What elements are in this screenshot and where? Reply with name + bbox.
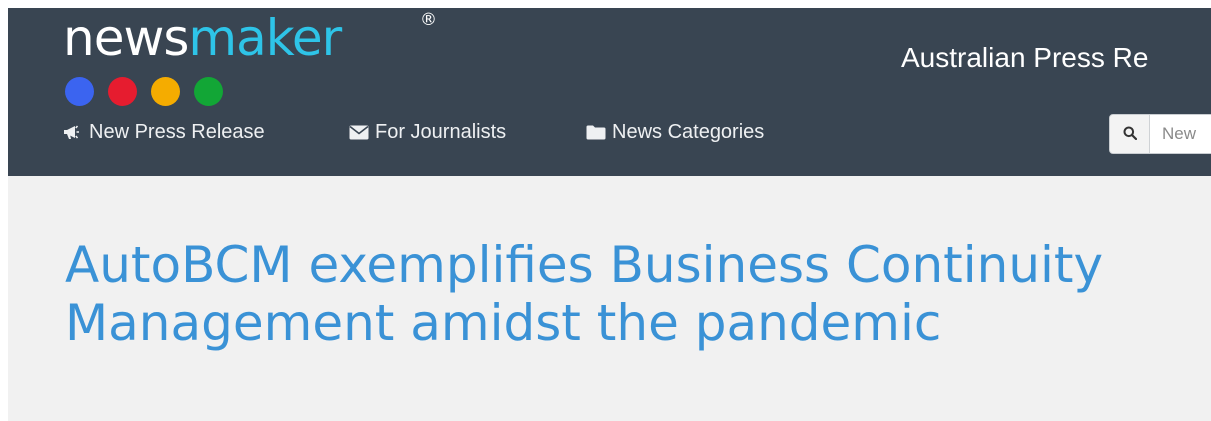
- logo-text-news: news: [63, 9, 189, 67]
- folder-icon: [586, 125, 606, 140]
- headline-line-2: Management amidst the pandemic: [65, 294, 942, 352]
- search-icon: [1123, 125, 1137, 144]
- nav-for-journalists[interactable]: For Journalists: [349, 118, 506, 146]
- logo-dot-yellow: [151, 77, 180, 106]
- newsmaker-logo[interactable]: newsmaker ®: [63, 9, 443, 107]
- logo-dots: [65, 77, 225, 107]
- headline-line-1: AutoBCM exemplifies Business Continuity: [65, 236, 1104, 294]
- nav-label: For Journalists: [375, 120, 507, 143]
- logo-text-maker: maker: [188, 9, 342, 67]
- logo-wordmark: newsmaker: [63, 8, 342, 68]
- nav-new-press-release[interactable]: New Press Release: [63, 118, 265, 146]
- article-headline: AutoBCM exemplifies Business Continuity …: [65, 236, 1103, 352]
- nav-label: News Categories: [612, 120, 765, 143]
- search-button[interactable]: [1110, 115, 1150, 153]
- logo-dot-red: [108, 77, 137, 106]
- page: newsmaker ® Australian Press Re New Pres…: [8, 8, 1211, 421]
- nav-news-categories[interactable]: News Categories: [586, 118, 764, 146]
- logo-dot-blue: [65, 77, 94, 106]
- registered-mark: ®: [420, 10, 437, 30]
- site-title: Australian Press Re: [901, 42, 1149, 73]
- search-input[interactable]: [1150, 115, 1211, 153]
- megaphone-icon: [63, 124, 83, 140]
- site-header: newsmaker ® Australian Press Re New Pres…: [8, 8, 1211, 176]
- envelope-icon: [349, 125, 369, 140]
- search-box: [1109, 114, 1211, 154]
- logo-dot-green: [194, 77, 223, 106]
- nav-label: New Press Release: [89, 120, 265, 143]
